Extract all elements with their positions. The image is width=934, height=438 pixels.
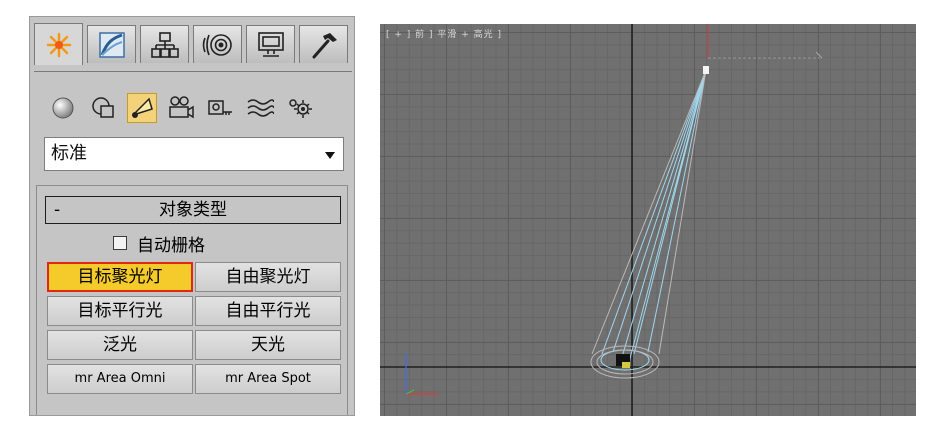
autogrid-label: 自动栅格: [137, 235, 205, 256]
target-helper-tick: [815, 51, 823, 59]
spotlight-icon: [132, 97, 153, 118]
viewport-scene: [380, 24, 916, 416]
category-geometry[interactable]: [48, 93, 78, 123]
tab-hierarchy[interactable]: [140, 25, 189, 63]
waves-icon: [247, 99, 274, 117]
target-spot-button[interactable]: 目标聚光灯: [47, 262, 193, 292]
modify-curve-icon: [98, 31, 125, 58]
spotlight-highlight: [622, 362, 630, 368]
category-cameras[interactable]: [166, 93, 196, 123]
free-spot-button[interactable]: 自由聚光灯: [195, 262, 341, 292]
omni-button[interactable]: 泛光: [47, 330, 193, 360]
skylight-button[interactable]: 天光: [195, 330, 341, 360]
sun-icon: [46, 32, 71, 57]
command-panel: 标准 - 对象类型 自动栅格 目标聚光灯 自由聚光灯 目标平行光 自由平行光 泛…: [29, 16, 355, 416]
category-lights[interactable]: [127, 93, 157, 123]
category-shapes[interactable]: [88, 93, 118, 123]
camera-icon: [169, 96, 194, 119]
tab-utilities[interactable]: [299, 25, 348, 63]
chevron-down-icon: [325, 152, 335, 159]
category-space-warps[interactable]: [245, 93, 275, 123]
panel-tabs: [34, 23, 352, 72]
free-direct-button[interactable]: 自由平行光: [195, 296, 341, 326]
category-helpers[interactable]: [205, 93, 235, 123]
spotlight-cone: [600, 69, 707, 371]
gears-icon: [289, 99, 312, 118]
shapes-icon: [92, 97, 114, 118]
dropdown-value: 标准: [51, 143, 87, 164]
sphere-icon: [52, 97, 74, 119]
category-systems[interactable]: [284, 93, 314, 123]
autogrid-option[interactable]: 自动栅格: [113, 232, 205, 256]
tab-display[interactable]: [246, 25, 295, 63]
front-viewport[interactable]: [ + ] 前 ] 平滑 + 高光 ]: [380, 24, 916, 416]
category-toolbar: [48, 93, 348, 123]
collapse-toggle[interactable]: -: [54, 197, 60, 223]
motion-icon: [202, 33, 232, 56]
light-target[interactable]: [703, 66, 709, 74]
tab-divider: [34, 71, 352, 72]
monitor-icon: [257, 31, 284, 57]
rollout-header[interactable]: - 对象类型: [45, 196, 341, 224]
mr-area-spot-button[interactable]: mr Area Spot: [195, 364, 341, 394]
mr-area-omni-button[interactable]: mr Area Omni: [47, 364, 193, 394]
tab-create[interactable]: [34, 23, 83, 65]
tape-measure-icon: [208, 100, 232, 115]
rollout-title: 对象类型: [159, 200, 227, 220]
light-type-dropdown[interactable]: 标准: [44, 137, 344, 171]
hierarchy-icon: [150, 31, 179, 58]
tab-modify[interactable]: [87, 25, 136, 63]
tab-motion[interactable]: [193, 25, 242, 63]
object-type-rollout: - 对象类型 自动栅格 目标聚光灯 自由聚光灯 目标平行光 自由平行光 泛光 天…: [36, 185, 348, 415]
target-direct-button[interactable]: 目标平行光: [47, 296, 193, 326]
hammer-icon: [312, 32, 337, 58]
autogrid-checkbox[interactable]: [113, 236, 127, 250]
